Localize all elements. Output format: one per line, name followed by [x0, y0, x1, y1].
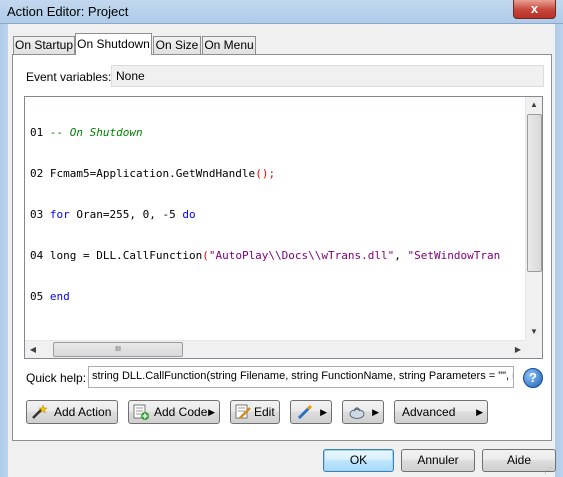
- ok-button[interactable]: OK: [323, 449, 394, 472]
- help-label: Aide: [506, 453, 532, 467]
- tab-on-shutdown[interactable]: On Shutdown: [75, 33, 152, 55]
- scroll-grip-icon: III: [115, 346, 121, 353]
- edit-button[interactable]: Edit: [230, 400, 280, 424]
- pen-icon: [297, 404, 313, 420]
- add-code-label: Add Code: [154, 405, 208, 419]
- ok-label: OK: [349, 453, 368, 467]
- dropdown-arrow-icon: ▶: [208, 407, 215, 417]
- vertical-scrollbar[interactable]: ▲ ▼: [525, 97, 542, 340]
- code-text: for Oran=255, 0, -5 do: [49, 208, 196, 221]
- scroll-left-arrow-icon[interactable]: ◀: [25, 342, 41, 358]
- code-keyword: end: [49, 290, 70, 303]
- tab-on-menu[interactable]: On Menu: [202, 36, 256, 54]
- edit-icon: [235, 404, 251, 419]
- advanced-button[interactable]: Advanced ▶: [394, 400, 488, 424]
- code-editor[interactable]: 01 -- On Shutdown 02 Fcmam5=Application.…: [24, 96, 543, 359]
- scrollbar-corner: [525, 340, 542, 358]
- magic-wand-icon: [32, 404, 47, 419]
- tab-label: On Shutdown: [77, 37, 150, 51]
- horizontal-scroll-thumb[interactable]: III: [53, 342, 183, 357]
- code-comment: -- On Shutdown: [49, 126, 143, 139]
- script-tools-button[interactable]: ▶: [290, 400, 332, 424]
- code-line[interactable]: 05 end: [30, 289, 526, 304]
- add-action-label: Add Action: [54, 405, 112, 419]
- scroll-up-arrow-icon[interactable]: ▲: [526, 97, 542, 113]
- event-variables-label: Event variables:: [26, 70, 112, 84]
- dropdown-arrow-icon: ▶: [476, 407, 483, 417]
- toolbox-icon: [349, 407, 365, 419]
- add-action-button[interactable]: Add Action: [26, 400, 118, 424]
- resize-grip-icon[interactable]: ⋰: [544, 466, 554, 476]
- line-number: 02: [30, 167, 44, 180]
- add-code-button[interactable]: Add Code ▶: [128, 400, 220, 424]
- window-title: Action Editor: Project: [7, 4, 129, 19]
- close-button[interactable]: x: [513, 0, 556, 19]
- scroll-down-arrow-icon[interactable]: ▼: [526, 324, 542, 340]
- advanced-label: Advanced: [402, 405, 456, 419]
- quick-help-field: string DLL.CallFunction(string Filename,…: [88, 366, 514, 388]
- cancel-label: Annuler: [417, 453, 459, 467]
- horizontal-scrollbar[interactable]: ◀ III ▶: [25, 340, 526, 358]
- line-number: 04: [30, 249, 44, 262]
- code-text: Fcmam5=Application.GetWndHandle();: [49, 167, 276, 180]
- add-code-icon: [133, 404, 149, 420]
- dropdown-arrow-icon: ▶: [320, 407, 327, 417]
- dropdown-arrow-icon: ▶: [372, 407, 379, 417]
- tab-label: On Size: [155, 38, 199, 52]
- quick-help-label: Quick help:: [26, 371, 87, 385]
- code-line[interactable]: 02 Fcmam5=Application.GetWndHandle();: [30, 166, 526, 181]
- line-number: 05: [30, 290, 44, 303]
- line-number: 01: [30, 126, 44, 139]
- scroll-right-arrow-icon[interactable]: ▶: [510, 342, 526, 358]
- code-line[interactable]: 03 for Oran=255, 0, -5 do: [30, 207, 526, 222]
- code-text: long = DLL.CallFunction("AutoPlay\\Docs\…: [49, 249, 501, 262]
- window-frame-left: [0, 24, 8, 477]
- code-line[interactable]: 04 long = DLL.CallFunction("AutoPlay\\Do…: [30, 248, 526, 263]
- event-variables-field: None: [111, 65, 544, 87]
- tab-label: On Menu: [204, 38, 254, 52]
- window-frame-right: [555, 24, 563, 477]
- edit-label: Edit: [254, 405, 275, 419]
- title-bar[interactable]: Action Editor: Project x: [0, 0, 563, 24]
- code-line[interactable]: 01 -- On Shutdown: [30, 125, 526, 140]
- code-tools-button[interactable]: ▶: [342, 400, 384, 424]
- close-icon: x: [530, 1, 539, 16]
- tab-on-size[interactable]: On Size: [153, 36, 201, 54]
- line-number: 03: [30, 208, 44, 221]
- cancel-button[interactable]: Annuler: [401, 449, 475, 472]
- help-icon[interactable]: ?: [523, 368, 543, 388]
- tab-on-startup[interactable]: On Startup: [13, 36, 75, 54]
- tab-label: On Startup: [14, 38, 74, 52]
- dialog-client-area: On Startup On Shutdown On Size On Menu E…: [8, 24, 556, 477]
- code-area[interactable]: 01 -- On Shutdown 02 Fcmam5=Application.…: [25, 97, 526, 340]
- vertical-scroll-thumb[interactable]: [527, 114, 542, 272]
